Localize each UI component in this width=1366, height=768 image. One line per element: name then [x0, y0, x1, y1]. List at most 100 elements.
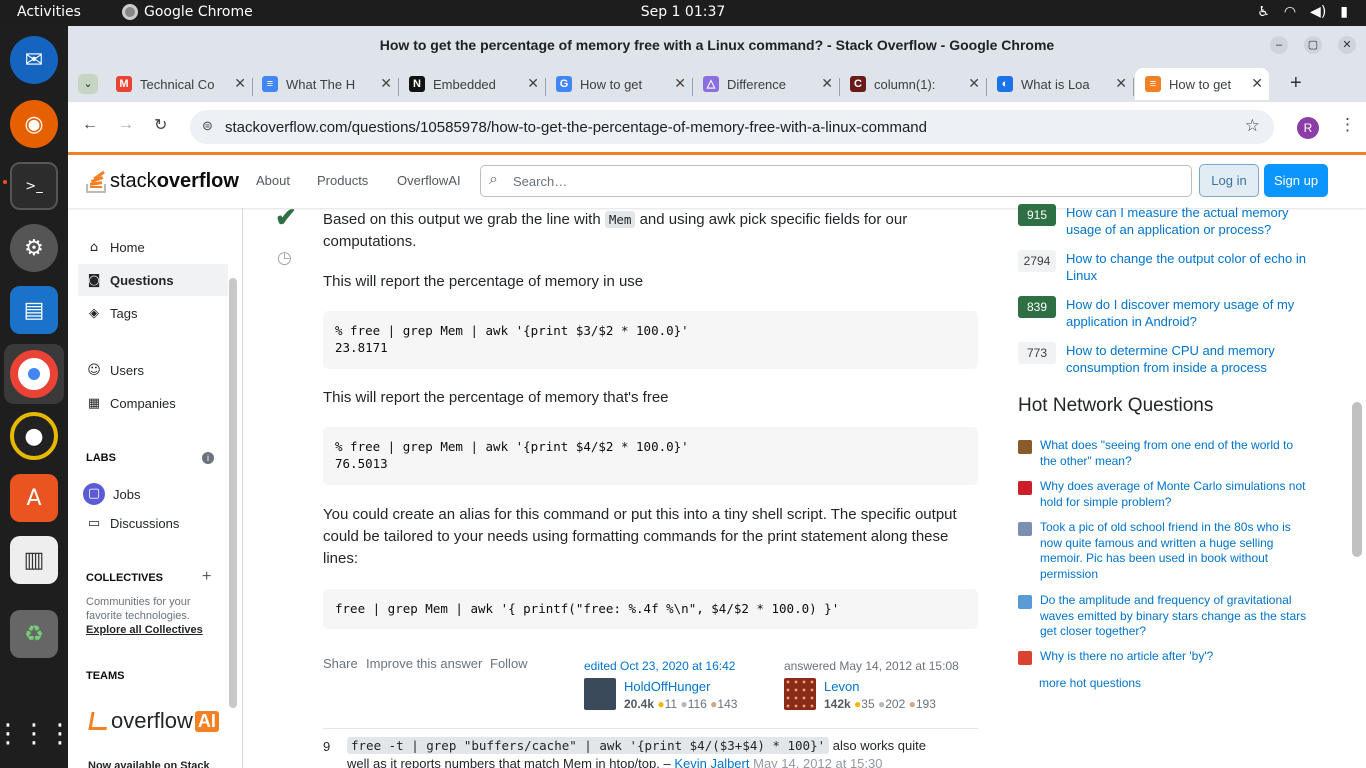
nav-jobs[interactable]: ▢ Jobs — [83, 483, 140, 505]
tab-8[interactable]: ≡ How to get ✕ — [1135, 68, 1269, 100]
editor-avatar[interactable] — [584, 678, 616, 710]
tab-close-icon[interactable]: ✕ — [674, 75, 686, 92]
thunderbird-icon[interactable]: ✉ — [10, 36, 58, 84]
hnq-title[interactable]: Do the amplitude and frequency of gravit… — [1040, 593, 1310, 640]
hnq-title[interactable]: Why is there no article after 'by'? — [1040, 649, 1310, 665]
editor-name[interactable]: HoldOffHunger — [624, 679, 710, 694]
reload-button[interactable]: ↻ — [154, 115, 167, 135]
tab-close-icon[interactable]: ✕ — [1251, 75, 1263, 92]
login-button[interactable]: Log in — [1199, 164, 1259, 197]
new-tab-button[interactable]: + — [1290, 72, 1302, 95]
more-hot-questions-link[interactable]: more hot questions — [1039, 676, 1141, 690]
tab-2[interactable]: ≡ What The H ✕ — [252, 68, 398, 100]
tab-search-button[interactable]: ⌄ — [78, 74, 98, 94]
hnq-item[interactable]: What does "seeing from one end of the wo… — [1018, 438, 1310, 469]
close-window-button[interactable]: ✕ — [1338, 36, 1356, 54]
nav-products[interactable]: Products — [317, 173, 368, 188]
rhythmbox-icon[interactable]: ● — [10, 412, 58, 460]
activities-button[interactable]: Activities — [17, 4, 81, 20]
author-name[interactable]: Levon — [824, 679, 859, 694]
nav-discussions[interactable]: ▭ Discussions — [86, 516, 180, 531]
hnq-item[interactable]: Why does average of Monte Carlo simulati… — [1018, 479, 1310, 510]
info-icon[interactable]: i — [202, 452, 214, 464]
improve-answer-link[interactable]: Improve this answer — [366, 656, 482, 671]
comment-user[interactable]: Kevin Jalbert — [674, 756, 749, 768]
nav-questions[interactable]: ◙ Questions — [86, 273, 174, 288]
page-scrollbar[interactable] — [1352, 402, 1362, 557]
maximize-button[interactable]: ▢ — [1304, 36, 1322, 54]
trash-icon[interactable]: ♻ — [10, 610, 58, 658]
search-input[interactable]: ⌕ Search… — [480, 165, 1192, 197]
hnq-title[interactable]: Took a pic of old school friend in the 8… — [1040, 520, 1310, 582]
edited-date[interactable]: edited Oct 23, 2020 at 16:42 — [584, 659, 735, 673]
share-link[interactable]: Share — [323, 656, 358, 671]
nav-users[interactable]: ☺ Users — [86, 363, 144, 378]
hnq-item[interactable]: Took a pic of old school friend in the 8… — [1018, 520, 1310, 582]
forward-button[interactable]: → — [118, 116, 134, 134]
writer-icon[interactable]: ▤ — [10, 286, 58, 334]
overflowai-logo[interactable]: overflow AI — [88, 708, 219, 734]
tab-close-icon[interactable]: ✕ — [1115, 75, 1127, 92]
nav-about[interactable]: About — [256, 173, 290, 188]
tab-close-icon[interactable]: ✕ — [527, 75, 539, 92]
tab-close-icon[interactable]: ✕ — [234, 75, 246, 92]
code-block-2[interactable]: % free | grep Mem | awk '{print $4/$2 * … — [323, 427, 978, 485]
hnq-item[interactable]: Why is there no article after 'by'? — [1018, 649, 1310, 665]
nav-home[interactable]: ⌂ Home — [86, 240, 145, 255]
tab-6[interactable]: Ccolumn(1): ✕ — [840, 68, 986, 100]
system-tray[interactable]: ♿ ◠ ◀) ▮ — [1257, 4, 1348, 20]
address-bar[interactable]: ⊜ stackoverflow.com/questions/10585978/h… — [190, 110, 1274, 144]
chrome-dock-icon[interactable] — [10, 350, 58, 398]
related-question[interactable]: 2794 How to change the output color of ec… — [1018, 250, 1306, 284]
left-sidebar: ⌂ Home ◙ Questions ◈ Tags ☺ Users ▦ Companies… — [68, 208, 243, 768]
minimize-button[interactable]: – — [1270, 36, 1288, 54]
app-menu[interactable]: Google Chrome — [122, 4, 253, 20]
code-block-1[interactable]: % free | grep Mem | awk '{print $3/$2 * … — [323, 311, 978, 369]
nav-companies[interactable]: ▦ Companies — [86, 396, 176, 411]
hnq-title[interactable]: Why does average of Monte Carlo simulati… — [1040, 479, 1310, 510]
profile-avatar[interactable]: R — [1297, 117, 1319, 139]
dock: ✉ ◉ >_ ⚙ ▤ ● A ▥ ♻ ⋮⋮⋮ — [0, 26, 73, 768]
tab-3[interactable]: N Embedded ✕ — [399, 68, 545, 100]
text-editor-icon[interactable]: ▥ — [10, 536, 58, 584]
terminal-icon[interactable]: >_ — [10, 162, 58, 210]
tab-close-icon[interactable]: ✕ — [821, 75, 833, 92]
tab-5[interactable]: △ Difference ✕ — [693, 68, 839, 100]
follow-link[interactable]: Follow — [490, 656, 528, 671]
nav-home-label: Home — [110, 240, 145, 255]
explore-collectives-link[interactable]: Explore all Collectives — [86, 624, 203, 636]
left-scrollbar[interactable] — [229, 278, 237, 708]
software-center-icon[interactable]: A — [10, 474, 58, 522]
bookmark-star-icon[interactable]: ☆ — [1245, 116, 1260, 136]
menu-icon[interactable]: ⋮ — [1339, 115, 1356, 135]
tab-4[interactable]: G How to get ✕ — [546, 68, 692, 100]
settings-icon[interactable]: ⚙ — [10, 224, 58, 272]
tab-7[interactable]: ◐ What is Loa ✕ — [987, 68, 1133, 100]
tab-close-icon[interactable]: ✕ — [380, 75, 392, 92]
code-block-3[interactable]: free | grep Mem | awk '{ printf("free: %… — [323, 589, 978, 629]
author-avatar[interactable] — [784, 678, 816, 710]
related-title[interactable]: How to change the output color of echo i… — [1066, 250, 1306, 284]
related-question[interactable]: 915 How can I measure the actual memory us… — [1018, 204, 1306, 238]
back-button[interactable]: ← — [82, 116, 98, 134]
tab-1[interactable]: M Technical Co ✕ — [106, 68, 252, 100]
url-text: stackoverflow.com/questions/10585978/how… — [225, 119, 927, 136]
related-title[interactable]: How can I measure the actual memory usage… — [1066, 204, 1306, 238]
history-icon[interactable]: ◷ — [277, 248, 292, 268]
app-grid-icon[interactable]: ⋮⋮⋮ — [0, 710, 73, 758]
tab-close-icon[interactable]: ✕ — [968, 75, 980, 92]
site-info-icon[interactable]: ⊜ — [202, 118, 213, 134]
so-logo[interactable]: stack overflow — [86, 167, 239, 193]
nav-overflowai[interactable]: OverflowAI — [397, 173, 461, 188]
related-title[interactable]: How to determine CPU and memory consumpti… — [1066, 342, 1306, 376]
signup-button[interactable]: Sign up — [1264, 164, 1328, 197]
related-question[interactable]: 839 How do I discover memory usage of my a… — [1018, 296, 1306, 330]
related-question[interactable]: 773 How to determine CPU and memory consum… — [1018, 342, 1306, 376]
add-collective-icon[interactable]: + — [202, 568, 211, 586]
hnq-item[interactable]: Do the amplitude and frequency of gravit… — [1018, 593, 1310, 640]
home-icon: ⌂ — [89, 240, 99, 255]
nav-tags[interactable]: ◈ Tags — [86, 306, 137, 321]
firefox-icon[interactable]: ◉ — [10, 100, 58, 148]
hnq-title[interactable]: What does "seeing from one end of the wo… — [1040, 438, 1310, 469]
related-title[interactable]: How do I discover memory usage of my appl… — [1066, 296, 1306, 330]
